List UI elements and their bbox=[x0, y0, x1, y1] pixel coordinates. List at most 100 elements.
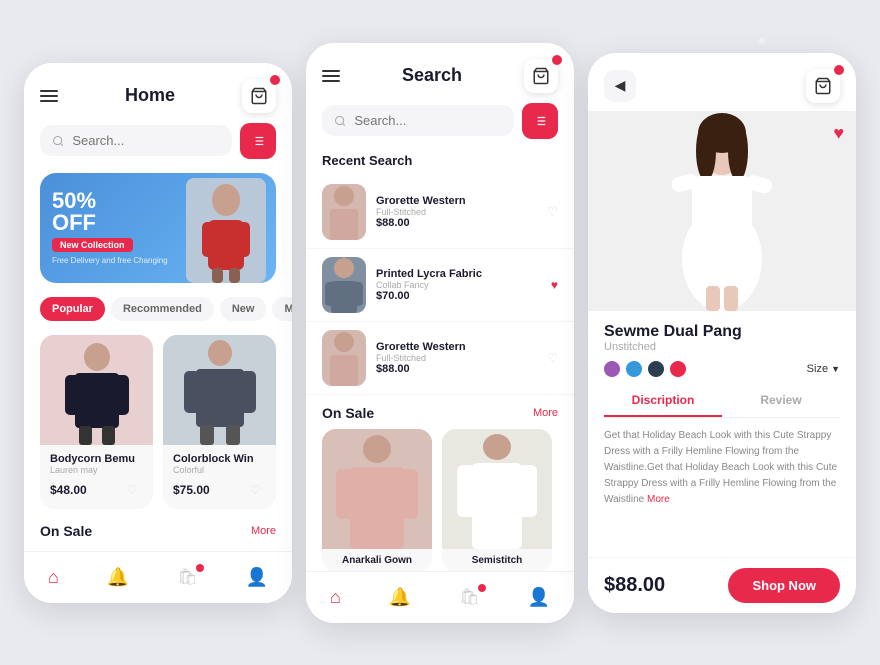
onsale-label-2: Semistitch bbox=[442, 549, 552, 572]
search-result-info-2: Printed Lycra Fabric Collab Fancy $70.00 bbox=[376, 268, 541, 302]
search-cart-icon: 🛍 bbox=[459, 587, 479, 607]
banner-off: OFF bbox=[52, 212, 168, 234]
product-image-1 bbox=[40, 335, 153, 445]
user-nav-icon: 👤 bbox=[246, 567, 268, 588]
result-sub-1: Full-Stitched bbox=[376, 207, 537, 217]
tab-description[interactable]: Discription bbox=[604, 385, 722, 417]
home-cart-button[interactable] bbox=[242, 79, 276, 113]
product-price-2: $75.00 bbox=[173, 483, 210, 497]
search-icon-2 bbox=[334, 114, 346, 128]
product-card-1[interactable]: Bodycorn Bemu Lauren may $48.00 ♡ bbox=[40, 335, 153, 509]
size-label: Size bbox=[807, 363, 828, 375]
search-title: Search bbox=[402, 65, 462, 86]
detail-cart-button[interactable] bbox=[806, 69, 840, 103]
menu-icon[interactable] bbox=[40, 90, 58, 102]
banner-sub: Free Delivery and free Changing bbox=[52, 256, 168, 265]
search-on-sale-header: On Sale More bbox=[306, 405, 574, 421]
search-on-sale-more[interactable]: More bbox=[533, 407, 558, 419]
tab-most-viewed[interactable]: Most V bbox=[272, 297, 292, 321]
home-search-bar bbox=[40, 123, 276, 159]
search-filter-button[interactable] bbox=[522, 103, 558, 139]
nav-cart[interactable]: 🛍 bbox=[177, 567, 197, 587]
tab-review[interactable]: Review bbox=[722, 385, 840, 417]
home-screen: Home bbox=[24, 63, 292, 603]
color-red[interactable] bbox=[670, 361, 686, 377]
product-image-2 bbox=[163, 335, 276, 445]
color-blue[interactable] bbox=[626, 361, 642, 377]
search-topbar: Search bbox=[306, 43, 574, 103]
detail-like-button[interactable]: ♥ bbox=[833, 123, 844, 144]
home-title: Home bbox=[125, 85, 175, 106]
promo-banner[interactable]: 50% OFF New Collection Free Delivery and… bbox=[40, 173, 276, 283]
result-fav-3[interactable]: ♡ bbox=[547, 351, 558, 365]
product-card-2[interactable]: Colorblock Win Colorful $75.00 ♡ bbox=[163, 335, 276, 509]
search-nav-user[interactable]: 👤 bbox=[528, 587, 550, 608]
result-name-1: Grorette Western bbox=[376, 195, 537, 207]
color-purple[interactable] bbox=[604, 361, 620, 377]
onsale-img-1 bbox=[322, 429, 432, 549]
search-bar bbox=[322, 103, 558, 139]
product-grid: Bodycorn Bemu Lauren may $48.00 ♡ bbox=[24, 335, 292, 509]
search-screen: Search bbox=[306, 43, 574, 623]
search-nav-home[interactable]: ⌂ bbox=[330, 587, 341, 608]
detail-more-link[interactable]: More bbox=[647, 494, 670, 505]
search-result-img-1 bbox=[322, 184, 366, 240]
home-search-input[interactable] bbox=[72, 133, 220, 148]
result-sub-2: Collab Fancy bbox=[376, 280, 541, 290]
search-cart-button[interactable] bbox=[524, 59, 558, 93]
nav-profile[interactable]: 👤 bbox=[246, 567, 268, 588]
search-input[interactable] bbox=[354, 113, 502, 128]
result-sub-3: Full-Stitched bbox=[376, 353, 537, 363]
search-result-1[interactable]: Grorette Western Full-Stitched $88.00 ♡ bbox=[306, 176, 574, 249]
tab-new[interactable]: New bbox=[220, 297, 267, 321]
product-sub-2: Colorful bbox=[173, 465, 266, 475]
cart-nav-icon: 🛍 bbox=[177, 567, 197, 587]
product-price-1: $48.00 bbox=[50, 483, 87, 497]
search-bottom-nav: ⌂ 🔔 🛍 👤 bbox=[306, 571, 574, 623]
product-name-2: Colorblock Win bbox=[173, 453, 266, 465]
search-result-2[interactable]: Printed Lycra Fabric Collab Fancy $70.00… bbox=[306, 249, 574, 322]
tab-popular[interactable]: Popular bbox=[40, 297, 105, 321]
onsale-card-1[interactable]: Anarkali Gown bbox=[322, 429, 432, 572]
search-nav-bell[interactable]: 🔔 bbox=[389, 587, 411, 608]
search-result-3[interactable]: Grorette Western Full-Stitched $88.00 ♡ bbox=[306, 322, 574, 395]
search-bell-icon: 🔔 bbox=[389, 587, 411, 608]
search-wrap[interactable] bbox=[322, 105, 514, 136]
result-fav-2[interactable]: ♥ bbox=[551, 278, 558, 292]
category-tabs: Popular Recommended New Most V bbox=[24, 297, 292, 321]
product-sub-1: Lauren may bbox=[50, 465, 143, 475]
size-button[interactable]: Size ▼ bbox=[807, 363, 840, 375]
filter-icon-2 bbox=[533, 114, 547, 128]
search-user-icon: 👤 bbox=[528, 587, 550, 608]
on-sale-more[interactable]: More bbox=[251, 525, 276, 537]
result-fav-1[interactable]: ♡ bbox=[547, 205, 558, 219]
result-name-3: Grorette Western bbox=[376, 341, 537, 353]
detail-screen: ◀ bbox=[588, 53, 856, 613]
search-result-img-2 bbox=[322, 257, 366, 313]
detail-description: Get that Holiday Beach Look with this Cu… bbox=[604, 428, 840, 508]
product-like-2[interactable]: ♡ bbox=[244, 479, 266, 501]
on-sale-header: On Sale More bbox=[24, 523, 292, 539]
buy-bar: $88.00 Shop Now bbox=[588, 557, 856, 613]
tab-recommended[interactable]: Recommended bbox=[111, 297, 214, 321]
banner-percent: 50% bbox=[52, 190, 168, 212]
home-topbar: Home bbox=[24, 63, 292, 123]
result-price-1: $88.00 bbox=[376, 217, 537, 229]
product-like-1[interactable]: ♡ bbox=[121, 479, 143, 501]
nav-home[interactable]: ⌂ bbox=[48, 567, 59, 588]
nav-cart-badge bbox=[196, 564, 204, 572]
back-button[interactable]: ◀ bbox=[604, 70, 636, 102]
nav-notifications[interactable]: 🔔 bbox=[107, 567, 129, 588]
home-search-wrap[interactable] bbox=[40, 125, 232, 156]
search-nav-cart[interactable]: 🛍 bbox=[459, 587, 479, 607]
product-info-1: Bodycorn Bemu Lauren may $48.00 ♡ bbox=[40, 445, 153, 509]
search-menu-icon[interactable] bbox=[322, 70, 340, 82]
color-black[interactable] bbox=[648, 361, 664, 377]
search-result-info-3: Grorette Western Full-Stitched $88.00 bbox=[376, 341, 537, 375]
onsale-card-2[interactable]: Semistitch bbox=[442, 429, 552, 572]
search-icon bbox=[52, 134, 64, 148]
detail-tabs: Discription Review bbox=[604, 385, 840, 418]
search-cart-badge bbox=[552, 55, 562, 65]
shop-now-button[interactable]: Shop Now bbox=[728, 568, 840, 603]
home-filter-button[interactable] bbox=[240, 123, 276, 159]
